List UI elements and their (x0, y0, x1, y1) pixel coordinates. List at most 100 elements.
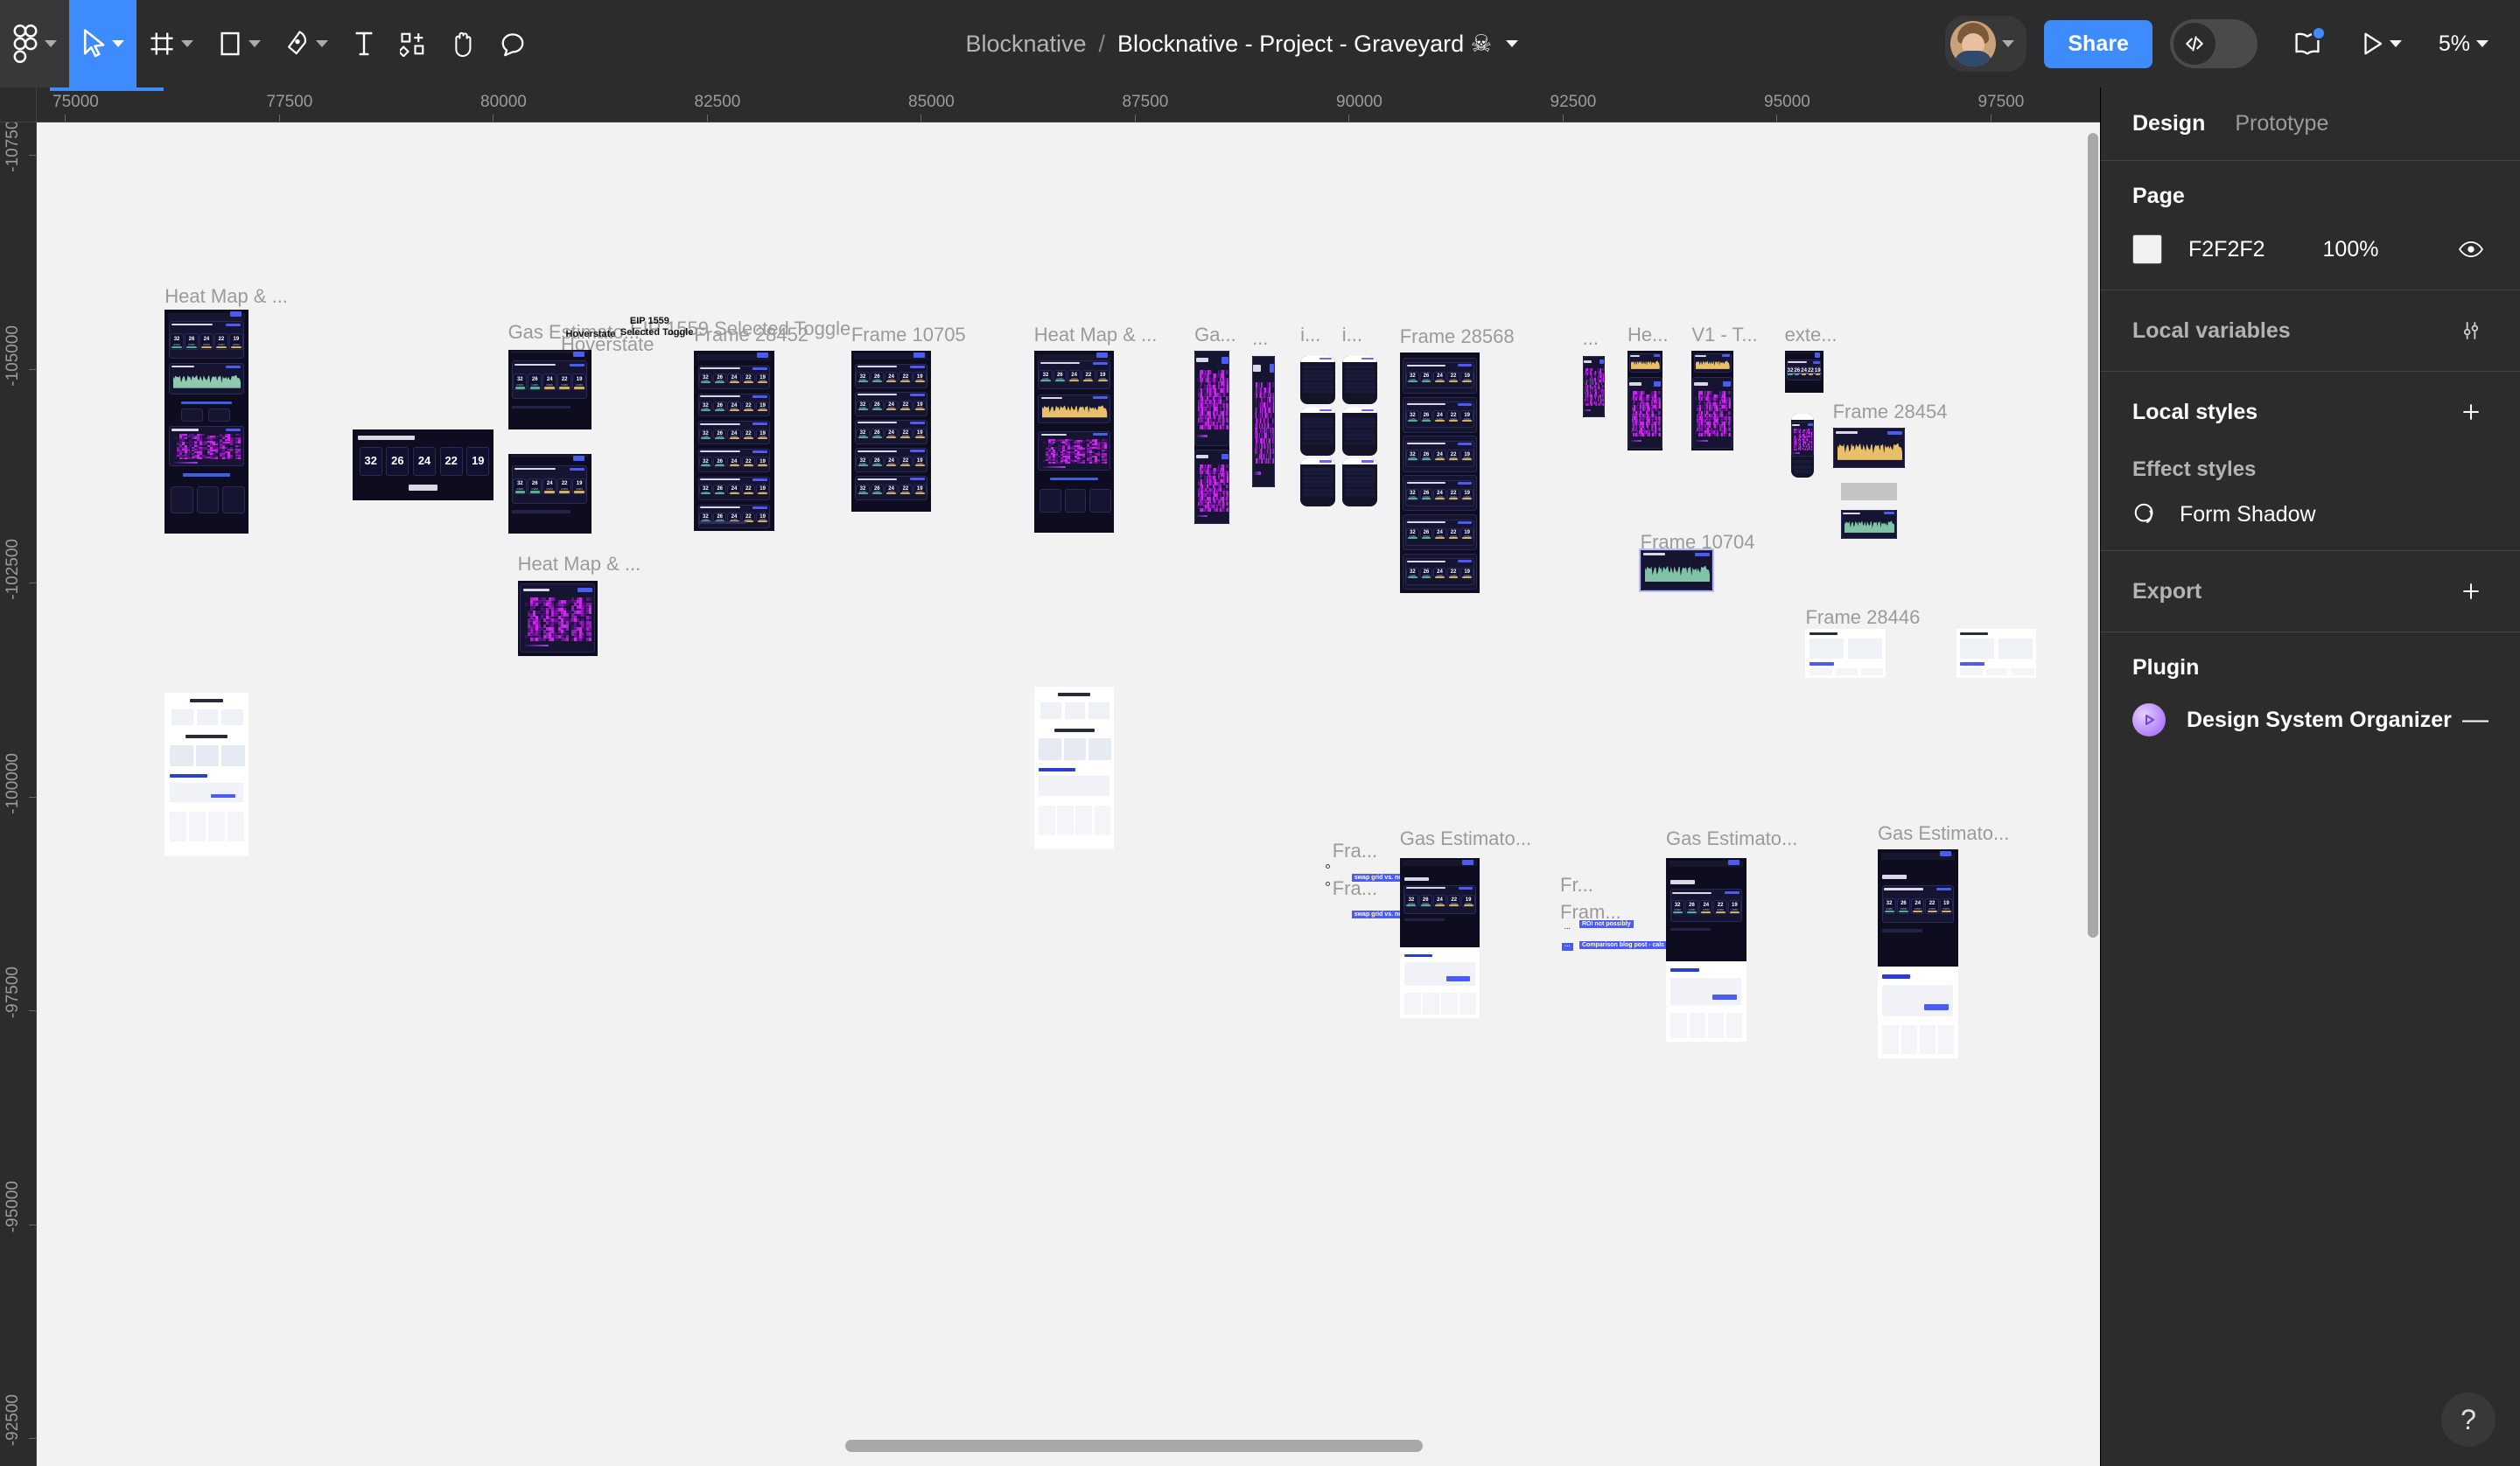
plugin-remove-button[interactable]: — (2462, 707, 2488, 733)
text-tool-button[interactable] (340, 0, 388, 87)
frame-label[interactable]: Fra... (1333, 840, 1377, 862)
frame-label[interactable]: Frame 28568 (1400, 325, 1515, 348)
frame-label[interactable]: Gas Estimato... (1400, 827, 1531, 850)
help-button[interactable]: ? (2441, 1393, 2496, 1447)
plus-icon[interactable] (2454, 574, 2488, 609)
page-color-hex[interactable]: F2F2F2 (2188, 237, 2265, 262)
annotation-tag-small[interactable]: ··· (1562, 925, 1573, 933)
resources-tool-button[interactable] (388, 0, 438, 87)
frame-label[interactable]: Gas Estimato... (1878, 822, 2009, 845)
frame-thumbnail-gas-estimator-card[interactable]: 32 26 24 22 19 (352, 429, 494, 500)
vertical-scrollbar[interactable] (2088, 133, 2098, 938)
frame-label[interactable]: Gas Estimato... (1666, 827, 1797, 850)
frame-tool-button[interactable] (136, 0, 206, 87)
frame-thumbnail-ext-phone[interactable] (1790, 413, 1814, 478)
effect-style-item[interactable]: Form Shadow (2132, 501, 2488, 527)
frame-thumbnail-10705[interactable]: 32GWEI26GWEI24GWEI22GWEI19GWEI32GWEI26GW… (850, 351, 932, 512)
frame-label[interactable]: i... (1342, 324, 1362, 346)
frame-thumbnail-iphone[interactable] (1341, 407, 1378, 456)
frame-label[interactable]: Heat Map & ... (164, 285, 288, 308)
tab-design[interactable]: Design (2132, 111, 2205, 136)
frame-label[interactable]: V1 - T... (1691, 324, 1757, 346)
annotation-marker[interactable] (1326, 882, 1331, 887)
dev-mode-toggle[interactable] (2169, 19, 2258, 68)
frame-thumbnail-iphone[interactable] (1300, 355, 1336, 404)
user-avatar-menu[interactable] (1945, 16, 2027, 72)
heatmap-cell (1222, 370, 1225, 375)
notifications-button[interactable] (2284, 21, 2331, 66)
present-button[interactable] (2354, 24, 2409, 64)
frame-thumbnail-28454[interactable] (1832, 428, 1906, 469)
frame-thumbnail-28568[interactable]: 32 GWEI 26 GWEI 24 GWEI 22 GWEI 19 GWEI 32 GWEI 26 GW… (1399, 353, 1480, 594)
page-opacity-value[interactable]: 100% (2323, 237, 2379, 262)
frame-label[interactable]: Ga... (1194, 324, 1236, 346)
plugin-name[interactable]: Design System Organizer (2187, 708, 2452, 733)
thumb-gas-value: 24 (417, 453, 431, 467)
frame-thumbnail-gas-bottom-2[interactable]: 32 GWEI 26 GWEI 24 GWEI 22 GWEI 19 GWEI (1665, 857, 1746, 1043)
figma-main-menu-button[interactable] (0, 0, 69, 87)
move-tool-button[interactable] (69, 0, 136, 87)
frame-label[interactable]: Heat Map & ... (518, 553, 641, 576)
share-button[interactable]: Share (2044, 19, 2152, 68)
frame-thumbnail-28446-b[interactable] (1956, 628, 2037, 679)
annotation-tag[interactable]: Comparison blog post - calc ref (1579, 941, 1677, 950)
frame-label[interactable]: ... (1583, 327, 1599, 350)
sliders-icon[interactable] (2454, 313, 2488, 348)
eye-icon[interactable] (2454, 232, 2488, 267)
frame-label[interactable]: Heat Map & ... (1034, 324, 1158, 346)
zoom-level-control[interactable]: 5% (2432, 24, 2496, 64)
pen-tool-button[interactable] (273, 0, 340, 87)
frame-thumbnail-heatmap-3[interactable]: 32 GWEI 26 GWEI 24 GWEI 22 GWEI 19 GWEI (1033, 351, 1115, 533)
file-name-label[interactable]: Blocknative - Project - Graveyard ☠ (1117, 31, 1492, 58)
frame-thumbnail-heatmap-1[interactable]: 32 GWEI 26 GWEI 24 GWEI 22 GWEI 19 GWEI (164, 309, 248, 534)
frame-thumbnail-gas-est-bottom[interactable]: 32 GWEI 26 GWEI 24 GWEI 22 GWEI 19 GWEI (508, 453, 592, 534)
plus-icon[interactable] (2454, 394, 2488, 429)
frame-thumbnail-gas-bottom-3[interactable]: 32 GWEI 26 GWEI 24 GWEI 22 GWEI 19 GWEI (1877, 849, 1958, 1058)
shape-tool-button[interactable] (206, 0, 273, 87)
annotation-marker[interactable] (1326, 863, 1331, 869)
frame-thumbnail-iphone[interactable] (1300, 407, 1336, 456)
frame-thumbnail-heatmap-2[interactable] (517, 580, 598, 656)
frame-label[interactable]: Fr... (1560, 874, 1593, 897)
chevron-down-icon[interactable] (1505, 40, 1518, 47)
design-canvas[interactable]: Heat Map & ... Gas Estimato... EIP 1559 Se… (37, 122, 2100, 1466)
frame-label[interactable]: Frame 10705 (851, 324, 966, 346)
frame-label[interactable]: Frame 28446 (1805, 606, 1920, 629)
frame-thumbnail-ga-narrow[interactable] (1194, 351, 1230, 525)
hand-tool-button[interactable] (438, 0, 487, 87)
comment-tool-button[interactable] (487, 0, 538, 87)
frame-thumbnail-iphone[interactable] (1341, 458, 1378, 507)
page-color-swatch[interactable] (2132, 234, 2162, 264)
frame-thumbnail-green-chart[interactable] (1840, 509, 1897, 539)
plugin-play-icon[interactable] (2132, 703, 2166, 736)
thumb-card-button (1458, 560, 1472, 563)
horizontal-ruler[interactable]: 75000 77500 80000 82500 85000 87500 90000 92500… (37, 87, 2100, 122)
frame-thumbnail-ext[interactable]: 32GWEI26GWEI24GWEI22GWEI19GWEI (1784, 351, 1824, 394)
annotation-tag[interactable]: ROI not possibly (1579, 920, 1634, 929)
breadcrumb-team-link[interactable]: Blocknative (965, 31, 1086, 58)
frame-label[interactable]: exte... (1785, 324, 1838, 346)
frame-thumbnail-iphone[interactable] (1341, 355, 1378, 404)
frame-label[interactable]: He... (1628, 324, 1668, 346)
frame-thumbnail-hiring-1[interactable] (164, 692, 248, 856)
frame-label[interactable]: i... (1300, 324, 1320, 346)
vertical-ruler[interactable]: -107500 -105000 -102500 -100000 -97500 -95000… (0, 122, 37, 1466)
tab-prototype[interactable]: Prototype (2235, 111, 2328, 136)
frame-label[interactable]: Frame 28454 (1833, 401, 1948, 423)
frame-label[interactable]: ... (1252, 327, 1268, 350)
frame-thumbnail-28452[interactable]: 32GWEI26GWEI24GWEI22GWEI19GWEI32GWEI26GW… (694, 351, 774, 531)
frame-thumbnail-he[interactable] (1628, 351, 1663, 451)
frame-thumbnail-small-1[interactable] (1582, 355, 1606, 417)
canvas-gray-placeholder[interactable] (1840, 482, 1897, 500)
frame-thumbnail-iphone[interactable] (1300, 458, 1336, 507)
frame-thumbnail-v1-t[interactable] (1691, 351, 1733, 451)
frame-thumbnail-28446-a[interactable] (1805, 628, 1886, 679)
horizontal-scrollbar[interactable] (845, 1440, 1423, 1452)
frame-thumbnail-narrow-2[interactable] (1252, 355, 1275, 488)
frame-thumbnail-gas-est-top[interactable]: 32 GWEI 26 GWEI 24 GWEI 22 GWEI 19 GWEI (508, 349, 592, 430)
annotation-tag-small2[interactable]: ··· (1562, 942, 1573, 951)
frame-thumbnail-10704[interactable] (1640, 549, 1713, 590)
frame-thumbnail-heatmap-3-light[interactable] (1033, 686, 1115, 850)
frame-label[interactable]: Frame 28452 (694, 324, 808, 346)
frame-thumbnail-gas-bottom-1[interactable]: 32 GWEI 26 GWEI 24 GWEI 22 GWEI 19 GWEI (1399, 857, 1480, 1018)
